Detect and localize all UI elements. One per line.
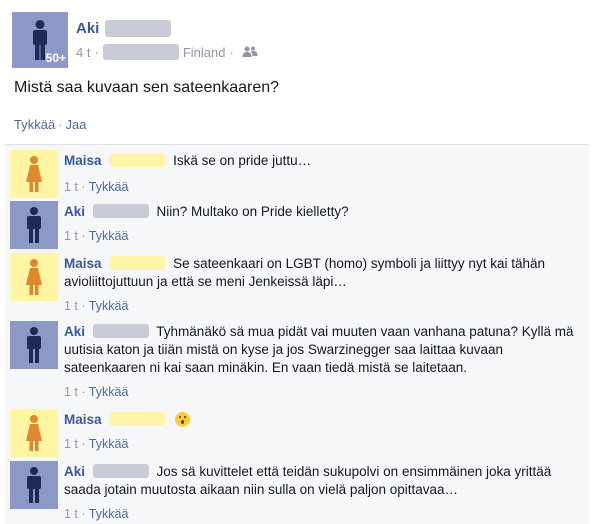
comment-like-button[interactable]: Tykkää bbox=[89, 299, 129, 313]
person-male-icon bbox=[27, 467, 41, 503]
separator: · bbox=[58, 117, 63, 132]
commenter-name[interactable]: Aki bbox=[64, 204, 85, 219]
commenter-avatar[interactable] bbox=[10, 461, 58, 509]
comment-like-button[interactable]: Tykkää bbox=[89, 385, 129, 399]
post-header: 50+ Aki 4 t · Finland · bbox=[12, 12, 602, 72]
comment-meta: 1 t · Tykkää bbox=[64, 299, 129, 313]
person-male-icon bbox=[27, 207, 41, 243]
person-female-icon bbox=[26, 415, 42, 451]
commenter-avatar[interactable] bbox=[10, 321, 58, 369]
comments-section: Maisa Iskä se on pride juttu… 1 t · Tykk… bbox=[5, 144, 589, 524]
age-badge: 50+ bbox=[45, 51, 66, 65]
redacted-surname bbox=[105, 19, 172, 37]
commenter-name[interactable]: Aki bbox=[64, 464, 85, 479]
commenter-name[interactable]: Maisa bbox=[64, 153, 102, 168]
redacted-surname bbox=[109, 412, 166, 426]
like-button[interactable]: Tykkää bbox=[14, 117, 55, 132]
surprised-face-icon bbox=[175, 412, 191, 427]
commenter-name[interactable]: Aki bbox=[64, 324, 85, 339]
comment-meta: 1 t · Tykkää bbox=[64, 180, 129, 194]
post-location[interactable]: Finland bbox=[183, 45, 226, 60]
commenter-name[interactable]: Maisa bbox=[64, 256, 102, 271]
comment-like-button[interactable]: Tykkää bbox=[89, 180, 129, 194]
comment-like-button[interactable]: Tykkää bbox=[89, 437, 129, 451]
post-text: Mistä saa kuvaan sen sateenkaaren? bbox=[14, 79, 280, 96]
share-button[interactable]: Jaa bbox=[66, 117, 87, 132]
commenter-name[interactable]: Maisa bbox=[64, 412, 102, 427]
comment-meta: 1 t · Tykkää bbox=[64, 437, 129, 451]
post-actions: Tykkää · Jaa bbox=[14, 117, 87, 132]
comment-text: Niin? Multako on Pride kielletty? bbox=[156, 204, 349, 219]
redacted-surname bbox=[92, 464, 149, 478]
person-female-icon bbox=[26, 156, 42, 192]
commenter-avatar[interactable] bbox=[10, 201, 58, 249]
comment-like-button[interactable]: Tykkää bbox=[89, 507, 129, 521]
separator: · bbox=[94, 44, 99, 60]
comment-time[interactable]: 1 t bbox=[64, 299, 78, 313]
comment-time[interactable]: 1 t bbox=[64, 385, 78, 399]
commenter-avatar[interactable] bbox=[10, 409, 58, 457]
comment-meta: 1 t · Tykkää bbox=[64, 229, 129, 243]
person-female-icon bbox=[26, 259, 42, 295]
redacted-surname bbox=[109, 153, 166, 167]
redacted-location bbox=[102, 44, 179, 60]
commenter-avatar[interactable] bbox=[10, 150, 58, 198]
commenter-avatar[interactable] bbox=[10, 253, 58, 301]
post-time[interactable]: 4 t bbox=[76, 45, 90, 60]
redacted-surname bbox=[92, 204, 149, 218]
comment-time[interactable]: 1 t bbox=[64, 437, 78, 451]
person-male-icon bbox=[27, 327, 41, 363]
comment-like-button[interactable]: Tykkää bbox=[89, 229, 129, 243]
comment-meta: 1 t · Tykkää bbox=[64, 385, 129, 399]
comment-text: Iskä se on pride juttu… bbox=[173, 153, 312, 168]
redacted-surname bbox=[109, 256, 166, 270]
friends-icon[interactable] bbox=[242, 46, 258, 58]
separator: · bbox=[229, 44, 234, 60]
comment-time[interactable]: 1 t bbox=[64, 507, 78, 521]
post-meta: 4 t · Finland · bbox=[76, 44, 258, 60]
author-name[interactable]: Aki bbox=[76, 20, 99, 37]
comment-time[interactable]: 1 t bbox=[64, 229, 78, 243]
author-avatar[interactable]: 50+ bbox=[12, 12, 68, 68]
comment-meta: 1 t · Tykkää bbox=[64, 507, 129, 521]
comment-time[interactable]: 1 t bbox=[64, 180, 78, 194]
redacted-surname bbox=[92, 324, 149, 338]
